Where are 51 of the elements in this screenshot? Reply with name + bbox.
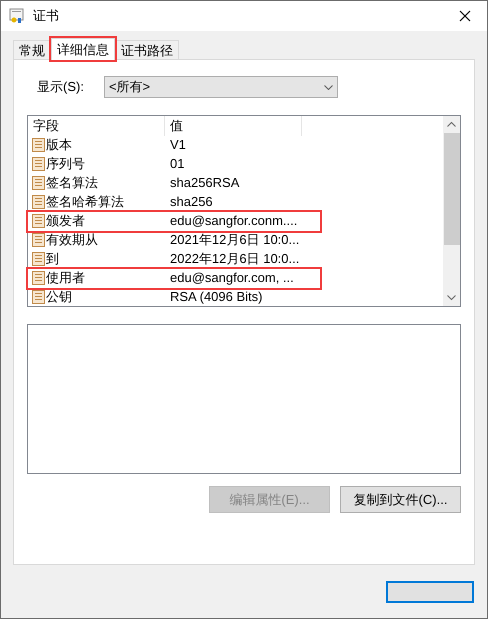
show-dropdown[interactable]: <所有> [104,76,338,98]
chevron-down-icon [324,84,333,90]
document-icon [32,195,45,209]
scrollbar[interactable] [443,116,460,306]
ok-button[interactable] [386,581,474,603]
document-icon [32,252,45,266]
field-name: 颁发者 [46,212,85,230]
close-icon[interactable] [459,10,471,22]
field-name: 到 [46,250,59,268]
field-value: RSA (4096 Bits) [169,288,262,306]
column-header[interactable]: 值 [165,116,302,136]
field-row[interactable]: 有效期从 2021年12月6日 10:0... [28,230,320,250]
document-icon [32,271,45,285]
field-row[interactable]: 签名算法 sha256RSA [28,174,320,192]
field-name: 签名算法 [46,174,98,192]
tab[interactable]: 证书路径 [115,40,179,59]
field-name: 签名哈希算法 [46,193,124,212]
scrollbar-thumb[interactable] [444,133,460,245]
field-name: 序列号 [46,155,85,174]
field-name: 有效期从 [46,231,98,250]
field-value: sha256 [169,193,213,212]
field-row[interactable]: 使用者 edu@sangfor.com, ... [28,268,320,288]
column-header[interactable]: 字段 [28,116,165,136]
field-row[interactable]: 签名哈希算法 sha256 [28,192,320,212]
field-row[interactable]: 序列号 01 [28,154,320,174]
field-value: V1 [169,136,186,154]
field-value: sha256RSA [169,174,240,192]
field-row[interactable]: 颁发者 edu@sangfor.conm.... [28,212,320,230]
certificate-icon [9,8,25,24]
document-icon [32,138,45,152]
document-icon [32,157,45,171]
window-title: 证书 [33,7,59,26]
field-name: 公钥 [46,288,72,306]
field-value: 01 [169,155,184,174]
copy-to-file-button[interactable]: 复制到文件(C)... [340,486,461,513]
field-value: 2021年12月6日 10:0... [169,231,300,250]
field-row[interactable]: 到 2022年12月6日 10:0... [28,250,320,268]
field-value: edu@sangfor.conm.... [169,212,298,230]
field-value: edu@sangfor.com, ... [169,269,294,288]
document-icon [32,233,45,247]
field-name: 使用者 [46,269,85,288]
field-row[interactable]: 公钥 RSA (4096 Bits) [28,288,320,306]
document-icon [32,176,45,190]
document-icon [32,214,45,228]
field-row[interactable]: 版本 V1 [28,136,320,154]
document-icon [32,290,45,304]
tab[interactable]: 详细信息 [51,38,115,60]
show-label: 显示(S): [37,78,84,96]
field-name: 版本 [46,136,72,154]
field-value: 2022年12月6日 10:0... [169,250,300,268]
tab[interactable]: 常规 [13,40,51,59]
